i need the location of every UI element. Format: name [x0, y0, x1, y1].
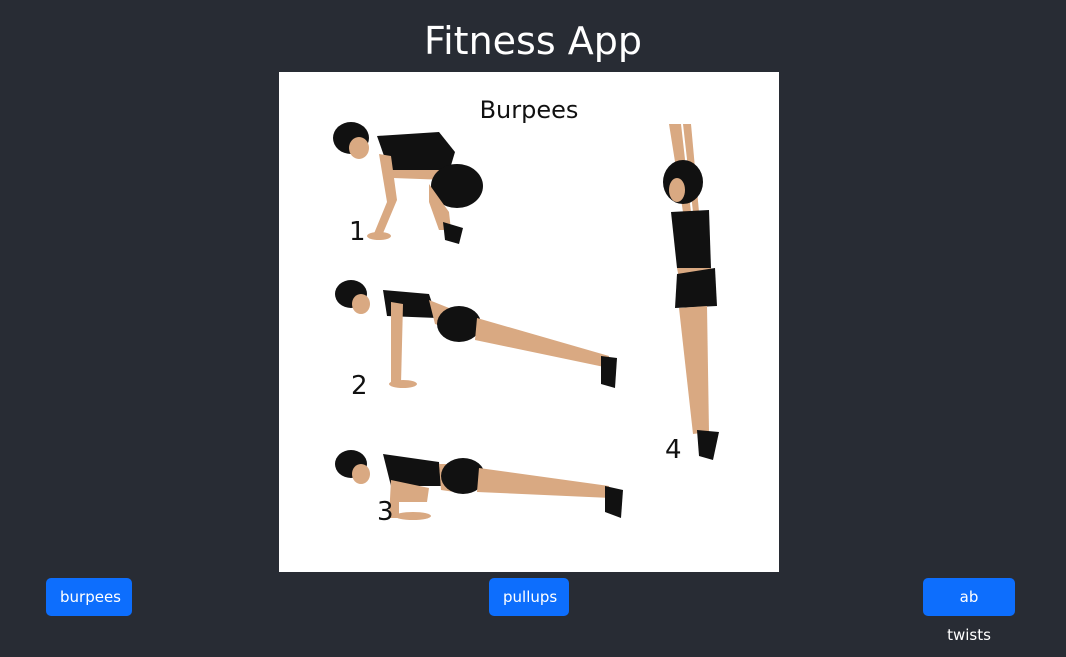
burpees-illustration: Burpees 1 2 3 4 [333, 96, 719, 527]
exercise-title: Burpees [480, 96, 579, 124]
step-3-number: 3 [377, 497, 394, 527]
figure-step-2 [335, 280, 617, 388]
ab-twists-button[interactable]: ab twists [923, 578, 1015, 644]
burpees-button[interactable]: burpees [46, 578, 132, 616]
app-title: Fitness App [424, 19, 642, 63]
pullups-button[interactable]: pullups [489, 578, 569, 616]
step-2-number: 2 [351, 371, 368, 401]
exercise-image-card: Burpees 1 2 3 4 [279, 72, 779, 572]
step-1-number: 1 [349, 217, 366, 247]
figure-step-4 [663, 124, 719, 460]
step-4-number: 4 [665, 435, 682, 465]
